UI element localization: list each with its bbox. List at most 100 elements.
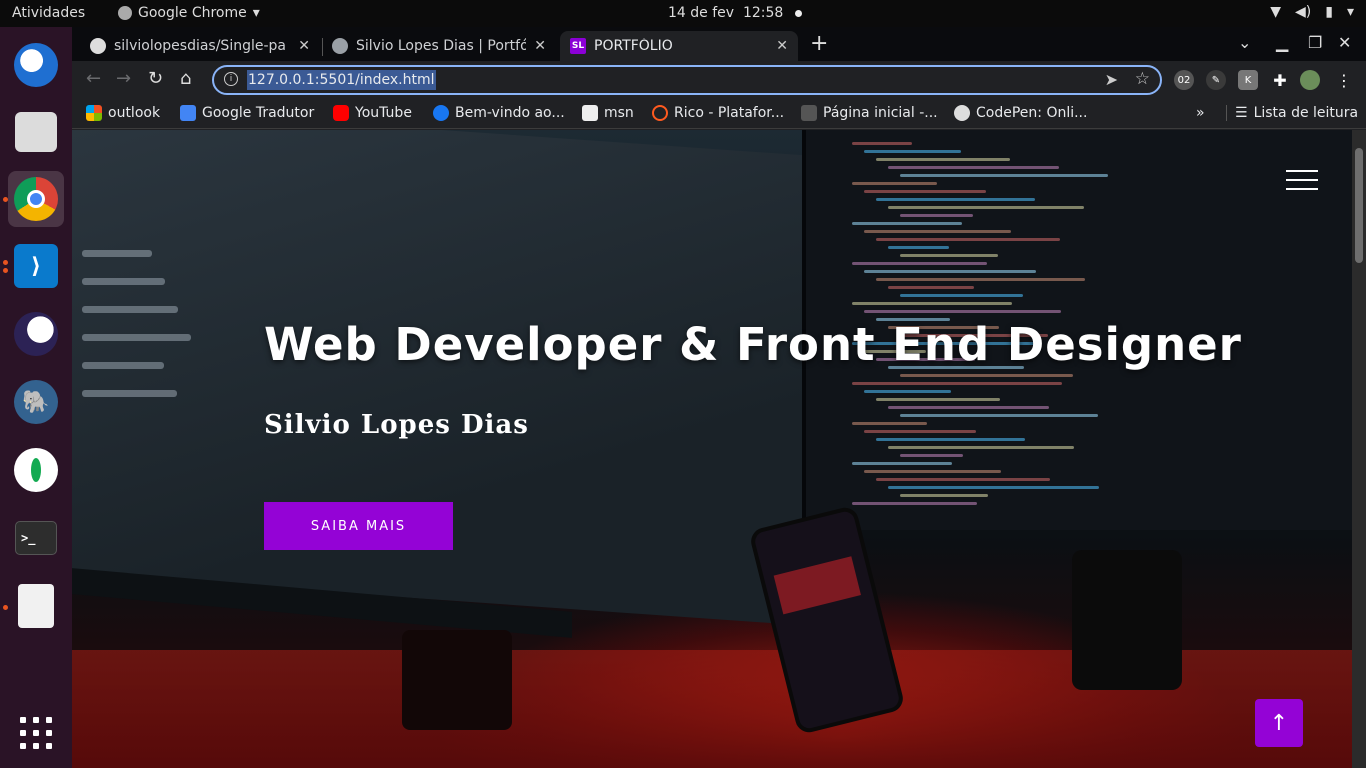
- bookmark-youtube[interactable]: YouTube: [333, 105, 412, 121]
- page-scrollbar[interactable]: [1352, 130, 1366, 768]
- facebook-icon: [433, 105, 449, 121]
- translate-icon: [180, 105, 196, 121]
- dock-vscode[interactable]: ⟩: [8, 238, 64, 294]
- menu-dots-icon[interactable]: ⋮: [1334, 70, 1354, 90]
- dock-files[interactable]: [8, 104, 64, 160]
- github-icon: [90, 38, 106, 54]
- close-tab-icon[interactable]: ✕: [534, 38, 546, 54]
- youtube-icon: [333, 105, 349, 121]
- document-viewer-icon: [18, 584, 54, 628]
- tab-github[interactable]: silviolopesdias/Single-pa ✕: [80, 31, 320, 61]
- playlist-line: [82, 250, 152, 257]
- msn-icon: [582, 105, 598, 121]
- dock-google-chrome[interactable]: [8, 171, 64, 227]
- code-line: [852, 302, 1012, 305]
- page-viewport: Web Developer & Front End Designer Silvi…: [72, 130, 1352, 768]
- reading-list-button[interactable]: ☰ Lista de leitura: [1226, 105, 1358, 121]
- code-line: [876, 438, 1025, 441]
- close-tab-icon[interactable]: ✕: [776, 38, 788, 54]
- bookmark-star-icon[interactable]: ☆: [1135, 69, 1150, 89]
- code-line: [876, 238, 1060, 241]
- bookmark-facebook[interactable]: Bem-vindo ao...: [433, 105, 565, 121]
- code-line: [852, 502, 977, 505]
- tab-search-icon[interactable]: ⌄: [1238, 33, 1251, 52]
- bookmark-pagina-inicial[interactable]: Página inicial -...: [801, 105, 938, 121]
- address-bar-url[interactable]: 127.0.0.1:5501/index.html: [247, 70, 436, 90]
- bookmarks-overflow-button[interactable]: »: [1196, 105, 1205, 121]
- menu-hamburger-button[interactable]: [1286, 170, 1318, 190]
- tab-portfolio-active[interactable]: SL PORTFÓLIO ✕: [560, 31, 798, 61]
- bookmark-msn[interactable]: msn: [582, 105, 634, 121]
- code-line: [888, 206, 1084, 209]
- eclipse-icon: [14, 312, 58, 356]
- bookmark-label: Rico - Platafor...: [674, 105, 785, 121]
- dock-mongodb[interactable]: [8, 442, 64, 498]
- dock-postgres[interactable]: 🐘: [8, 374, 64, 430]
- tab-title: PORTFÓLIO: [594, 38, 673, 54]
- running-indicator: [3, 605, 8, 610]
- back-to-top-button[interactable]: ↑: [1255, 699, 1303, 747]
- code-line: [852, 182, 937, 185]
- microsoft-icon: [86, 105, 102, 121]
- address-bar[interactable]: i 127.0.0.1:5501/index.html ➤ ☆: [212, 65, 1162, 95]
- dock-thunderbird[interactable]: [8, 37, 64, 93]
- bookmark-google-tradutor[interactable]: Google Tradutor: [180, 105, 314, 121]
- wifi-icon: ▼: [1270, 4, 1282, 20]
- dock-terminal[interactable]: >_: [8, 510, 64, 566]
- eyedropper-icon[interactable]: ✎: [1206, 70, 1226, 90]
- extensions-puzzle-icon[interactable]: ✚: [1270, 70, 1290, 90]
- scrollbar-thumb[interactable]: [1355, 148, 1363, 263]
- code-line: [876, 278, 1085, 281]
- extension-badge-icon[interactable]: 02: [1174, 70, 1194, 90]
- bookmark-label: YouTube: [355, 105, 412, 121]
- close-tab-icon[interactable]: ✕: [298, 38, 310, 54]
- clock[interactable]: 14 de fev 12:58: [668, 5, 803, 21]
- avatar[interactable]: [1300, 70, 1320, 90]
- maximize-button[interactable]: ❐: [1308, 33, 1322, 52]
- chevron-down-icon: ▾: [1346, 4, 1354, 20]
- running-indicator: [3, 268, 8, 273]
- code-line: [888, 446, 1074, 449]
- bookmark-codepen[interactable]: CodePen: Onli...: [954, 105, 1087, 121]
- chrome-window: silviolopesdias/Single-pa ✕ Silvio Lopes…: [72, 27, 1366, 768]
- bookmark-label: msn: [604, 105, 634, 121]
- forward-button[interactable]: →: [116, 69, 131, 89]
- k-extension-icon[interactable]: K: [1238, 70, 1258, 90]
- arrow-up-icon: ↑: [1269, 710, 1289, 736]
- chevron-down-icon: ▾: [252, 5, 260, 21]
- code-line: [852, 382, 1062, 385]
- show-applications-button[interactable]: [20, 717, 52, 749]
- home-button[interactable]: ⌂: [180, 69, 191, 89]
- code-line: [864, 390, 951, 393]
- minimize-button[interactable]: ▁: [1276, 33, 1288, 52]
- running-indicator: [3, 197, 8, 202]
- dock-document-viewer[interactable]: [8, 578, 64, 634]
- page-icon: [801, 105, 817, 121]
- background-camera-lens: [1072, 550, 1182, 690]
- saiba-mais-button[interactable]: SAIBA MAIS: [264, 502, 453, 550]
- send-to-devices-icon[interactable]: ➤: [1105, 70, 1118, 89]
- site-info-icon[interactable]: i: [224, 72, 238, 86]
- code-line: [900, 174, 1108, 177]
- activities-button[interactable]: Atividades: [12, 5, 85, 21]
- mongodb-icon: [14, 448, 58, 492]
- code-line: [900, 414, 1098, 417]
- globe-icon: [332, 38, 348, 54]
- reload-button[interactable]: ↻: [148, 69, 163, 89]
- app-menu[interactable]: Google Chrome ▾: [118, 5, 260, 21]
- back-button[interactable]: ←: [86, 69, 101, 89]
- bookmark-label: Google Tradutor: [202, 105, 315, 121]
- tab-portfolio-old[interactable]: Silvio Lopes Dias | Portfól ✕: [322, 31, 556, 61]
- dock-eclipse[interactable]: [8, 306, 64, 362]
- system-tray[interactable]: ▼ ◀) ▮ ▾: [1270, 4, 1354, 20]
- dock: ⟩ 🐘 >_: [0, 27, 72, 768]
- close-window-button[interactable]: ✕: [1338, 33, 1351, 52]
- chrome-small-icon: [118, 6, 132, 20]
- new-tab-button[interactable]: +: [810, 33, 828, 55]
- code-line: [876, 478, 1050, 481]
- bookmark-outlook[interactable]: outlook: [86, 105, 160, 121]
- bookmark-rico[interactable]: Rico - Platafor...: [652, 105, 784, 121]
- codepen-icon: [954, 105, 970, 121]
- code-line: [852, 422, 927, 425]
- thunderbird-icon: [14, 43, 58, 87]
